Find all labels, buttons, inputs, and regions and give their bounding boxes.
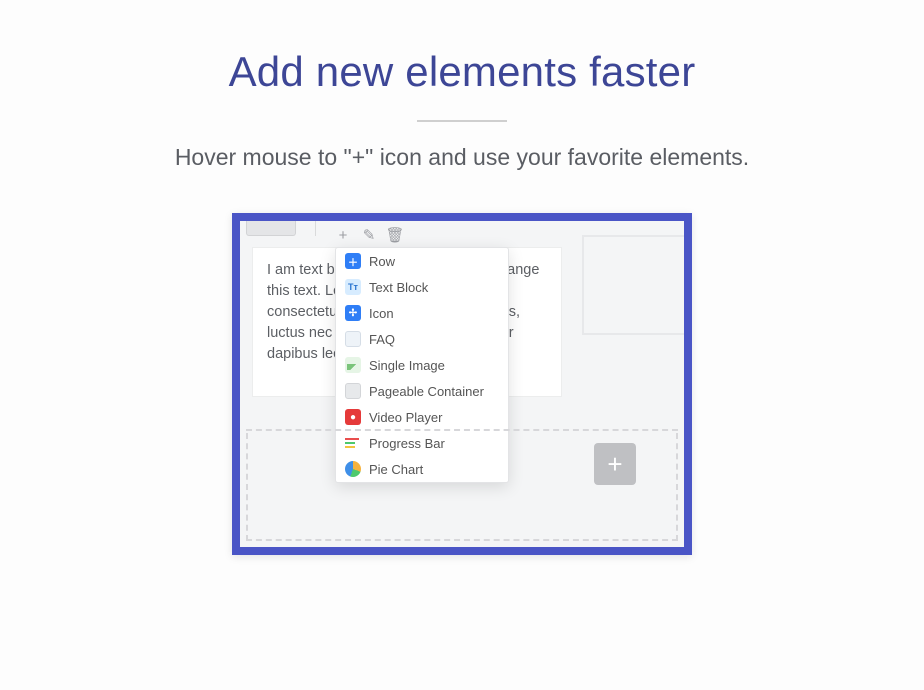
row-separator (246, 429, 678, 431)
dropdown-item-faq[interactable]: FAQ (336, 326, 508, 352)
pencil-icon[interactable]: ✎ (361, 227, 377, 243)
trash-icon[interactable]: 🗑 (387, 227, 403, 243)
dropdown-item-text-block[interactable]: Tᴛ Text Block (336, 274, 508, 300)
dropdown-item-label: Pageable Container (369, 384, 484, 399)
title-divider (417, 120, 507, 122)
text-block-icon: Tᴛ (345, 279, 361, 295)
row-icon: ＋ (345, 253, 361, 269)
placeholder-box (582, 235, 692, 335)
dropdown-item-label: Video Player (369, 410, 442, 425)
add-row-button[interactable]: + (594, 443, 636, 485)
faq-icon (345, 331, 361, 347)
dropdown-item-single-image[interactable]: Single Image (336, 352, 508, 378)
dropdown-item-label: Single Image (369, 358, 445, 373)
dropdown-item-pageable-container[interactable]: Pageable Container (336, 378, 508, 404)
page-title: Add new elements faster (0, 48, 924, 96)
dropdown-item-row[interactable]: ＋ Row (336, 248, 508, 274)
dropdown-item-label: Text Block (369, 280, 428, 295)
dropdown-item-icon[interactable]: ✢ Icon (336, 300, 508, 326)
video-player-icon: ● (345, 409, 361, 425)
tab-strip (246, 221, 296, 236)
element-toolbar: + ✎ 🗑 (335, 227, 403, 243)
dropdown-item-label: Icon (369, 306, 394, 321)
pageable-container-icon (345, 383, 361, 399)
icon-icon: ✢ (345, 305, 361, 321)
dropdown-item-label: Row (369, 254, 395, 269)
page-subtitle: Hover mouse to "+" icon and use your fav… (0, 144, 924, 171)
plus-icon[interactable]: + (335, 227, 351, 243)
editor-screenshot: + ✎ 🗑 I am text block. Click edit button… (232, 213, 692, 555)
single-image-icon (345, 357, 361, 373)
dropdown-item-label: FAQ (369, 332, 395, 347)
dropdown-item-video-player[interactable]: ● Video Player (336, 404, 508, 430)
